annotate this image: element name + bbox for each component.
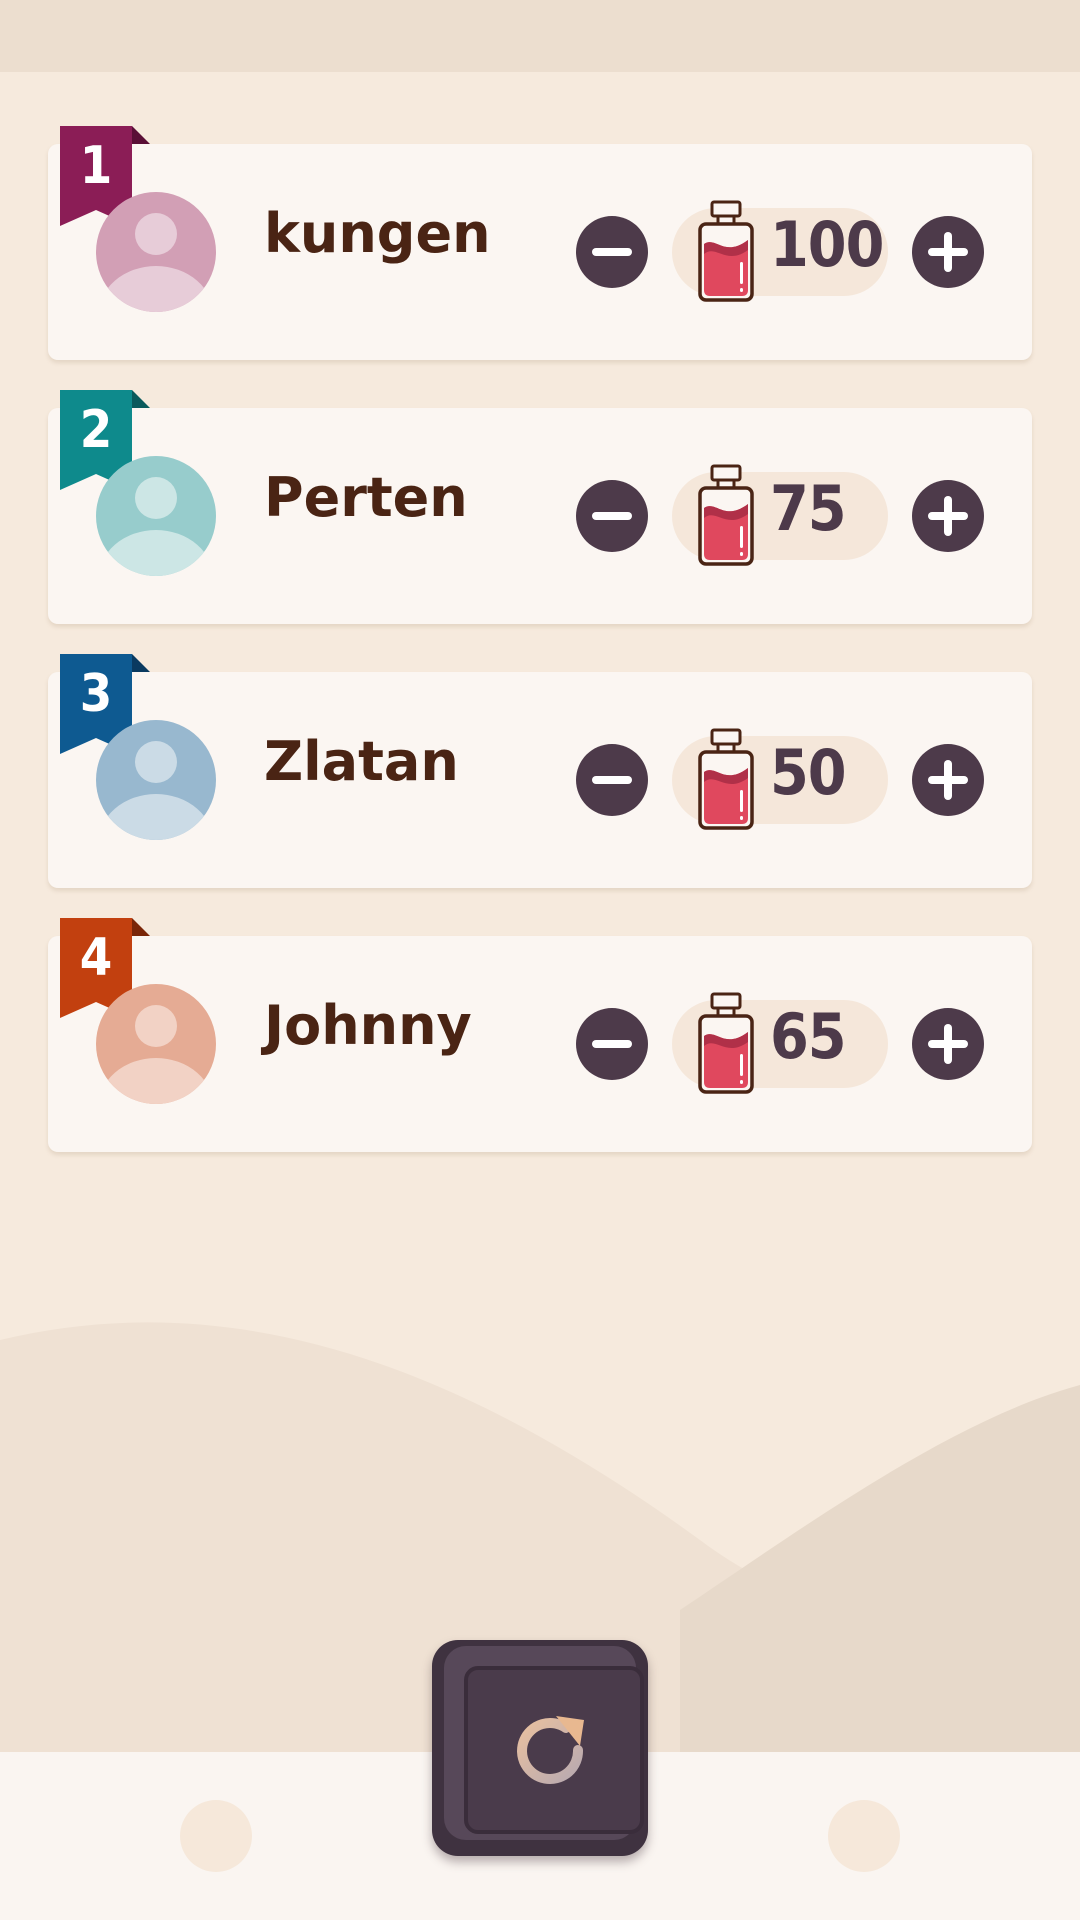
score-display: 65 xyxy=(672,992,888,1094)
player-name: Perten xyxy=(264,466,468,529)
score-value: 50 xyxy=(770,736,847,809)
minus-icon[interactable] xyxy=(576,744,648,816)
player-card-4: 4 Johnny 65 xyxy=(48,918,1032,1152)
plus-icon[interactable] xyxy=(912,216,984,288)
score-display: 75 xyxy=(672,464,888,566)
player-name: kungen xyxy=(264,202,491,265)
minus-icon[interactable] xyxy=(576,480,648,552)
potion-bottle-icon xyxy=(698,200,754,302)
score-display: 50 xyxy=(672,728,888,830)
plus-icon[interactable] xyxy=(912,1008,984,1080)
plus-icon[interactable] xyxy=(912,744,984,816)
score-value: 75 xyxy=(770,472,847,545)
player-name: Zlatan xyxy=(264,730,459,793)
player-card-1: 1 kungen 100 xyxy=(48,126,1032,360)
score-value: 65 xyxy=(770,1000,847,1073)
score-value: 100 xyxy=(770,208,884,281)
player-name: Johnny xyxy=(264,994,472,1057)
avatar-icon[interactable] xyxy=(96,984,216,1104)
nav-dot-left[interactable] xyxy=(180,1800,252,1872)
potion-bottle-icon xyxy=(698,728,754,830)
refresh-icon xyxy=(517,1716,584,1784)
reset-button[interactable] xyxy=(432,1640,648,1856)
score-display: 100 xyxy=(672,200,888,302)
avatar-icon[interactable] xyxy=(96,456,216,576)
minus-icon[interactable] xyxy=(576,216,648,288)
avatar-icon[interactable] xyxy=(96,720,216,840)
avatar-icon[interactable] xyxy=(96,192,216,312)
player-card-3: 3 Zlatan 50 xyxy=(48,654,1032,888)
nav-dot-right[interactable] xyxy=(828,1800,900,1872)
reset-button-face xyxy=(444,1646,644,1840)
player-card-2: 2 Perten 75 xyxy=(48,390,1032,624)
minus-icon[interactable] xyxy=(576,1008,648,1080)
potion-bottle-icon xyxy=(698,464,754,566)
plus-icon[interactable] xyxy=(912,480,984,552)
top-bar xyxy=(0,0,1080,72)
potion-bottle-icon xyxy=(698,992,754,1094)
